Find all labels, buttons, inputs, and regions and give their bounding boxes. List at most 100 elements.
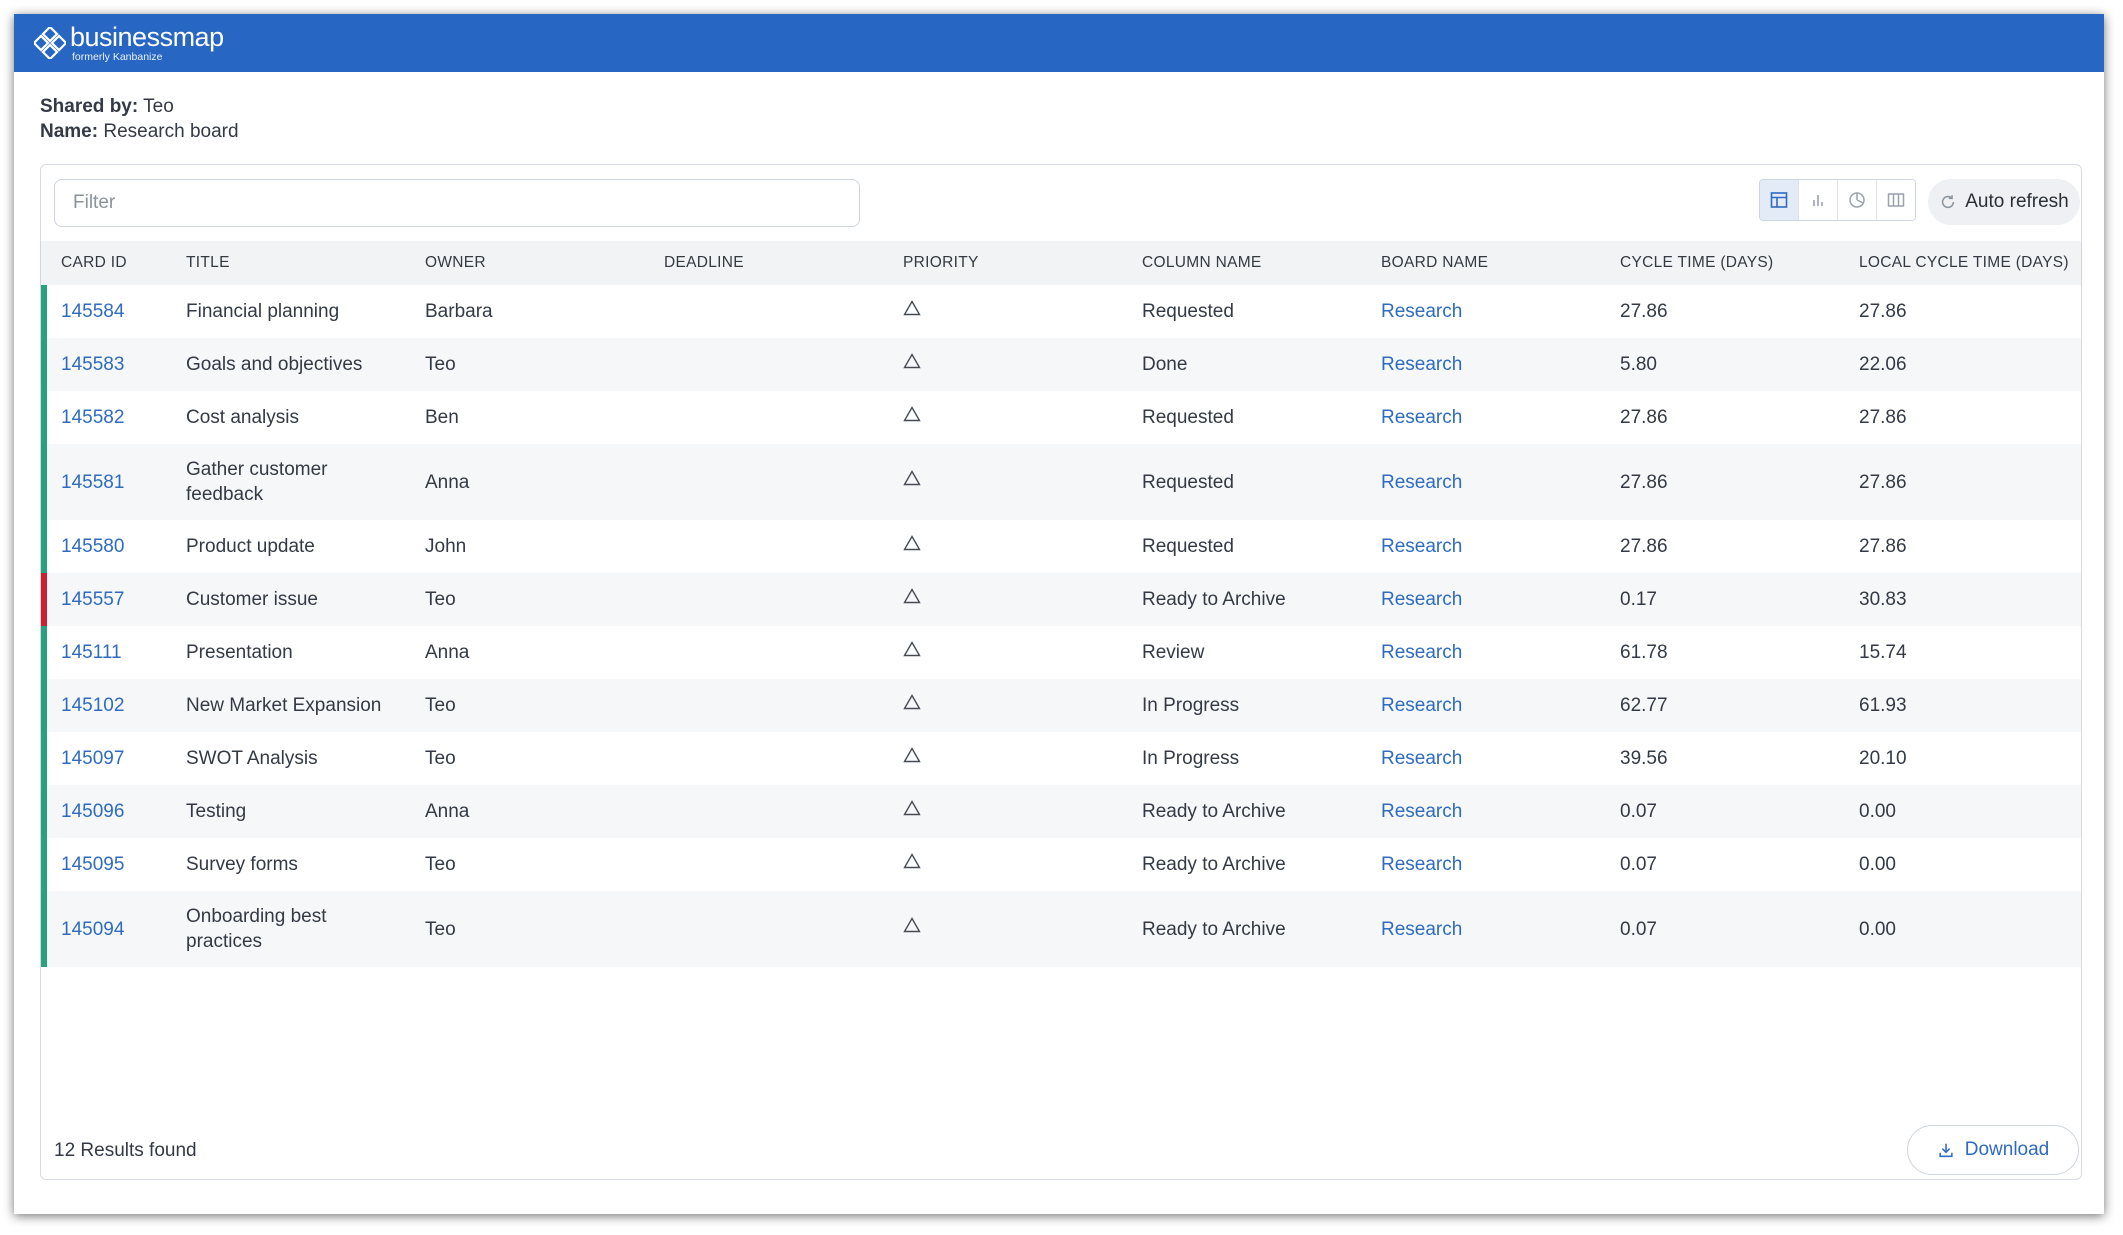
cycle-time-cell-text: 5.80 xyxy=(1620,354,1657,375)
card-id-link[interactable]: 145581 xyxy=(61,444,171,520)
table-row[interactable]: 145583 Goals and objectives Teo Done Researc… xyxy=(41,338,2081,391)
table-row[interactable]: 145095 Survey forms Teo Ready to Archive Res… xyxy=(41,838,2081,891)
board-name-link[interactable]: Research xyxy=(1381,679,1581,732)
card-id-link[interactable]: 145111 xyxy=(61,626,171,679)
board-name-link[interactable]: Research xyxy=(1381,338,1581,391)
card-id-link-text[interactable]: 145094 xyxy=(61,917,124,942)
board-name-link-text[interactable]: Research xyxy=(1381,587,1462,612)
table-row[interactable]: 145581 Gather customer feedback Anna Reques… xyxy=(41,444,2081,520)
local-cycle-time-cell: 20.10 xyxy=(1859,732,2059,785)
board-name-link-text[interactable]: Research xyxy=(1381,534,1462,559)
table-row[interactable]: 145102 New Market Expansion Teo In Progress… xyxy=(41,679,2081,732)
card-id-link-text[interactable]: 145583 xyxy=(61,352,124,377)
download-button[interactable]: Download xyxy=(1907,1125,2079,1175)
card-id-link-text[interactable]: 145581 xyxy=(61,470,124,495)
card-id-link-text[interactable]: 145102 xyxy=(61,693,124,718)
cycle-time-cell-text: 27.86 xyxy=(1620,301,1668,322)
card-id-link[interactable]: 145095 xyxy=(61,838,171,891)
board-name-link-text[interactable]: Research xyxy=(1381,352,1462,377)
column-header-priority[interactable]: PRIORITY xyxy=(903,241,979,285)
priority-triangle-icon xyxy=(903,852,921,868)
column-header-card-id[interactable]: CARD ID xyxy=(61,241,127,285)
board-name-link[interactable]: Research xyxy=(1381,391,1581,444)
board-name-link[interactable]: Research xyxy=(1381,626,1581,679)
card-id-link-text[interactable]: 145095 xyxy=(61,852,124,877)
column-name-cell: Review xyxy=(1142,626,1362,679)
card-id-link-text[interactable]: 145096 xyxy=(61,799,124,824)
card-id-link-text[interactable]: 145111 xyxy=(61,640,122,665)
board-name-link-text[interactable]: Research xyxy=(1381,799,1462,824)
board-name-link[interactable]: Research xyxy=(1381,785,1581,838)
columns-view-button[interactable] xyxy=(1877,180,1915,220)
column-name-cell: Ready to Archive xyxy=(1142,891,1362,967)
card-id-link-text[interactable]: 145580 xyxy=(61,534,124,559)
board-name-link[interactable]: Research xyxy=(1381,891,1581,967)
card-id-link[interactable]: 145094 xyxy=(61,891,171,967)
board-name-link[interactable]: Research xyxy=(1381,838,1581,891)
column-header-deadline[interactable]: DEADLINE xyxy=(664,241,744,285)
deadline-cell xyxy=(664,573,864,626)
brand-logo[interactable]: businessmap formerly Kanbanize xyxy=(34,23,224,63)
board-name-link-text[interactable]: Research xyxy=(1381,917,1462,942)
board-name-link-text[interactable]: Research xyxy=(1381,640,1462,665)
column-header-board-name[interactable]: BOARD NAME xyxy=(1381,241,1488,285)
table-row[interactable]: 145582 Cost analysis Ben Requested Research 2… xyxy=(41,391,2081,444)
card-color-bar xyxy=(41,679,47,732)
board-name-link-text[interactable]: Research xyxy=(1381,299,1462,324)
priority-cell xyxy=(903,573,1103,626)
board-name-link[interactable]: Research xyxy=(1381,573,1581,626)
column-header-column-name[interactable]: COLUMN NAME xyxy=(1142,241,1262,285)
column-name-cell: Requested xyxy=(1142,444,1362,520)
auto-refresh-button[interactable]: Auto refresh xyxy=(1928,179,2080,225)
card-id-link[interactable]: 145097 xyxy=(61,732,171,785)
board-name-link-text[interactable]: Research xyxy=(1381,746,1462,771)
card-id-link-text[interactable]: 145584 xyxy=(61,299,124,324)
card-id-link-text[interactable]: 145582 xyxy=(61,405,124,430)
board-name-link[interactable]: Research xyxy=(1381,285,1581,338)
card-id-link[interactable]: 145584 xyxy=(61,285,171,338)
card-id-link-text[interactable]: 145097 xyxy=(61,746,124,771)
board-name-link-text[interactable]: Research xyxy=(1381,852,1462,877)
owner-cell: John xyxy=(425,520,625,573)
board-name-link-text[interactable]: Research xyxy=(1381,693,1462,718)
board-name-link[interactable]: Research xyxy=(1381,520,1581,573)
refresh-icon xyxy=(1942,195,1955,209)
card-color-bar xyxy=(41,520,47,573)
board-name-link[interactable]: Research xyxy=(1381,732,1581,785)
cycle-time-cell-text: 27.86 xyxy=(1620,536,1668,557)
column-header-owner[interactable]: OWNER xyxy=(425,241,486,285)
bar-chart-view-button[interactable] xyxy=(1799,180,1838,220)
shared-by-label: Shared by: xyxy=(40,96,139,117)
card-id-link[interactable]: 145583 xyxy=(61,338,171,391)
card-id-link[interactable]: 145557 xyxy=(61,573,171,626)
priority-cell xyxy=(903,338,1103,391)
column-name-cell-text: Requested xyxy=(1142,407,1234,428)
filter-input[interactable] xyxy=(54,179,860,227)
board-name-link-text[interactable]: Research xyxy=(1381,470,1462,495)
local-cycle-time-cell-text: 27.86 xyxy=(1859,471,1907,493)
column-name-cell: In Progress xyxy=(1142,732,1362,785)
column-header-title[interactable]: TITLE xyxy=(186,241,230,285)
card-id-link[interactable]: 145580 xyxy=(61,520,171,573)
column-header-cycle-time[interactable]: CYCLE TIME (DAYS) xyxy=(1620,241,1774,285)
table-row[interactable]: 145584 Financial planning Barbara Requested… xyxy=(41,285,2081,338)
table-row[interactable]: 145580 Product update John Requested Researc… xyxy=(41,520,2081,573)
pie-chart-view-button[interactable] xyxy=(1838,180,1877,220)
card-id-link[interactable]: 145096 xyxy=(61,785,171,838)
table-row[interactable]: 145097 SWOT Analysis Teo In Progress Researc… xyxy=(41,732,2081,785)
column-header-local-cycle-time[interactable]: LOCAL CYCLE TIME (DAYS) xyxy=(1859,241,2069,285)
card-id-link-text[interactable]: 145557 xyxy=(61,587,124,612)
card-title-cell: Financial planning xyxy=(186,285,401,338)
owner-cell: Anna xyxy=(425,626,625,679)
table-row[interactable]: 145096 Testing Anna Ready to Archive Researc… xyxy=(41,785,2081,838)
board-name-link-text[interactable]: Research xyxy=(1381,405,1462,430)
table-row[interactable]: 145111 Presentation Anna Review Research 61.7… xyxy=(41,626,2081,679)
column-name-cell: Ready to Archive xyxy=(1142,838,1362,891)
card-id-link[interactable]: 145102 xyxy=(61,679,171,732)
table-row[interactable]: 145094 Onboarding best practices Teo Ready … xyxy=(41,891,2081,967)
table-view-button[interactable] xyxy=(1760,180,1799,220)
board-name-link[interactable]: Research xyxy=(1381,444,1581,520)
card-id-link[interactable]: 145582 xyxy=(61,391,171,444)
local-cycle-time-cell: 27.86 xyxy=(1859,285,2059,338)
table-row[interactable]: 145557 Customer issue Teo Ready to Archive R… xyxy=(41,573,2081,626)
